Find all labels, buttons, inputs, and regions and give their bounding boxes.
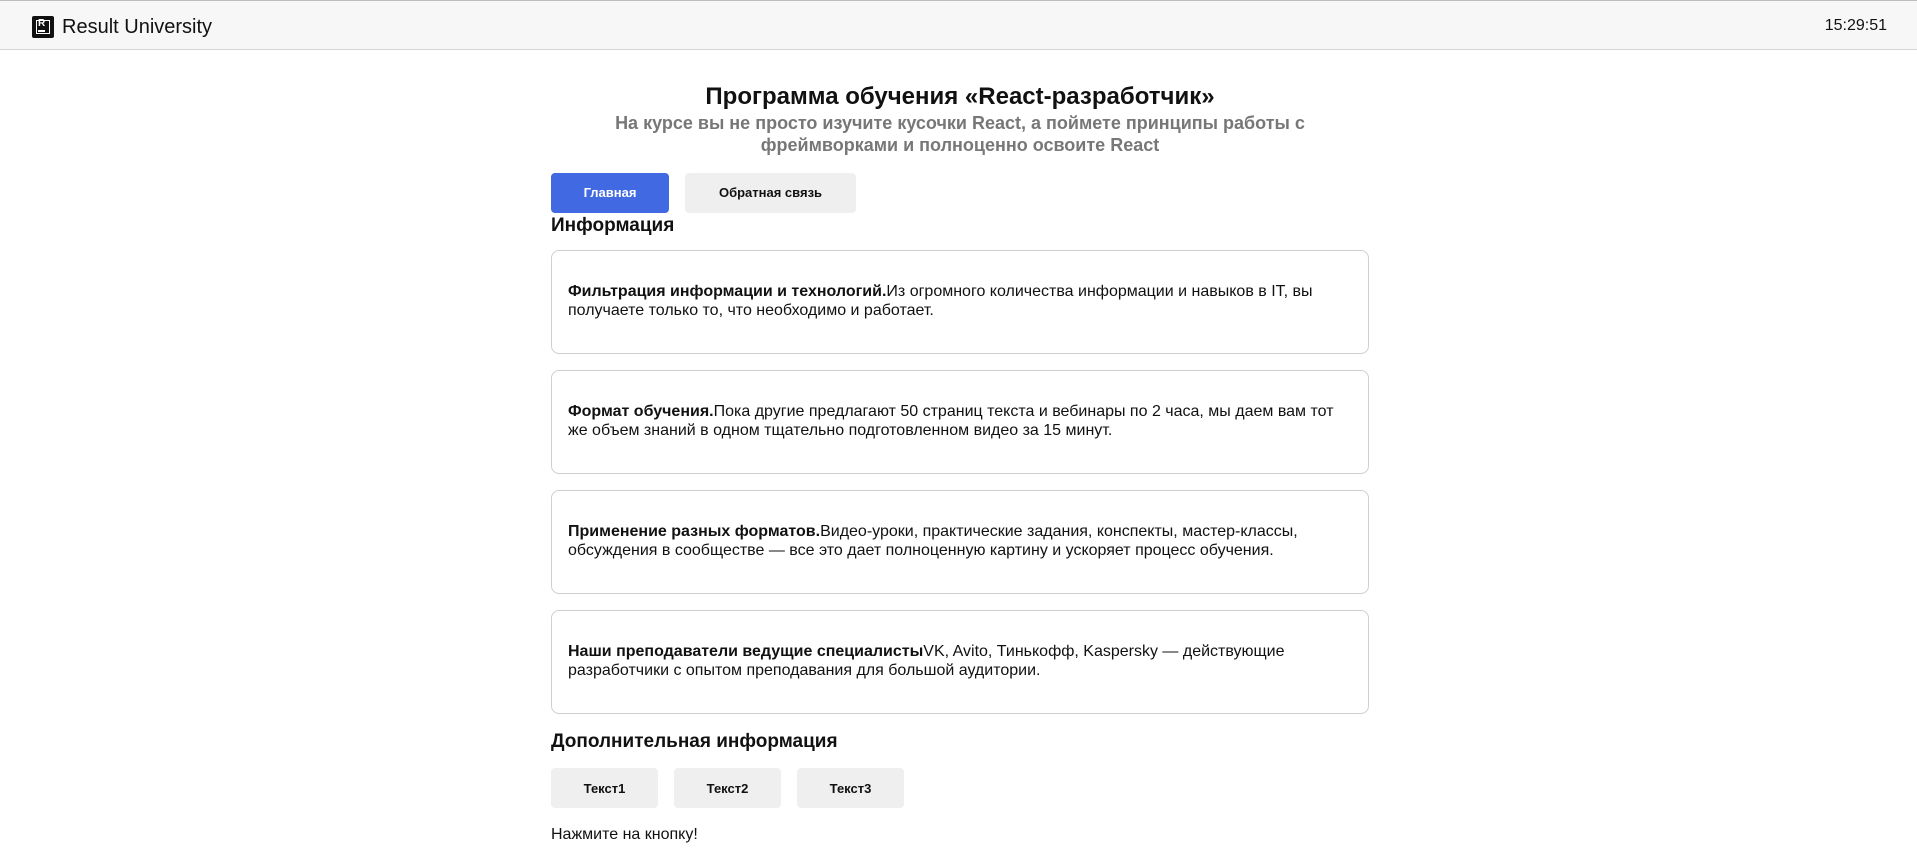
extra-info-button-group: Текст1 Текст2 Текст3 bbox=[551, 768, 1369, 808]
info-card-format: Формат обучения.Пока другие предлагают 5… bbox=[551, 370, 1369, 474]
page-title: Программа обучения «React-разработчик» bbox=[705, 83, 1215, 110]
information-cards: Фильтрация информации и технологий.Из ог… bbox=[551, 250, 1369, 714]
text1-button[interactable]: Текст1 bbox=[551, 768, 658, 808]
brand[interactable]: R Result University bbox=[32, 14, 212, 40]
page-navigation: Главная Обратная связь bbox=[551, 173, 1369, 213]
result-university-logo-icon: R bbox=[32, 16, 54, 38]
text3-button[interactable]: Текст3 bbox=[797, 768, 904, 808]
clock-time: 15:29:51 bbox=[1824, 17, 1887, 34]
main-tab-button[interactable]: Главная bbox=[551, 173, 669, 213]
feedback-tab-button[interactable]: Обратная связь bbox=[685, 173, 856, 213]
page-subtitle: На курсе вы не просто изучите кусочки Re… bbox=[615, 113, 1305, 155]
info-card-formats: Применение разных форматов.Видео-уроки, … bbox=[551, 490, 1369, 594]
logo-cursor-mark bbox=[38, 30, 45, 32]
info-card-title: Фильтрация информации и технологий. bbox=[568, 283, 887, 300]
brand-name: Result University bbox=[62, 16, 213, 38]
main-content: Программа обучения «React-разработчик» Н… bbox=[551, 82, 1369, 845]
info-card-title: Применение разных форматов. bbox=[568, 523, 821, 540]
info-card-filtering: Фильтрация информации и технологий.Из ог… bbox=[551, 250, 1369, 354]
info-card-title: Формат обучения. bbox=[568, 403, 714, 420]
info-card-title: Наши преподаватели ведущие специалисты bbox=[568, 643, 924, 660]
extra-information-section-title: Дополнительная информация bbox=[551, 731, 838, 752]
information-section-title: Информация bbox=[551, 215, 675, 236]
text2-button[interactable]: Текст2 bbox=[674, 768, 781, 808]
button-prompt-text: Нажмите на кнопку! bbox=[551, 826, 698, 843]
info-card-teachers: Наши преподаватели ведущие специалистыVK… bbox=[551, 610, 1369, 714]
top-bar: R Result University 15:29:51 bbox=[0, 0, 1917, 50]
